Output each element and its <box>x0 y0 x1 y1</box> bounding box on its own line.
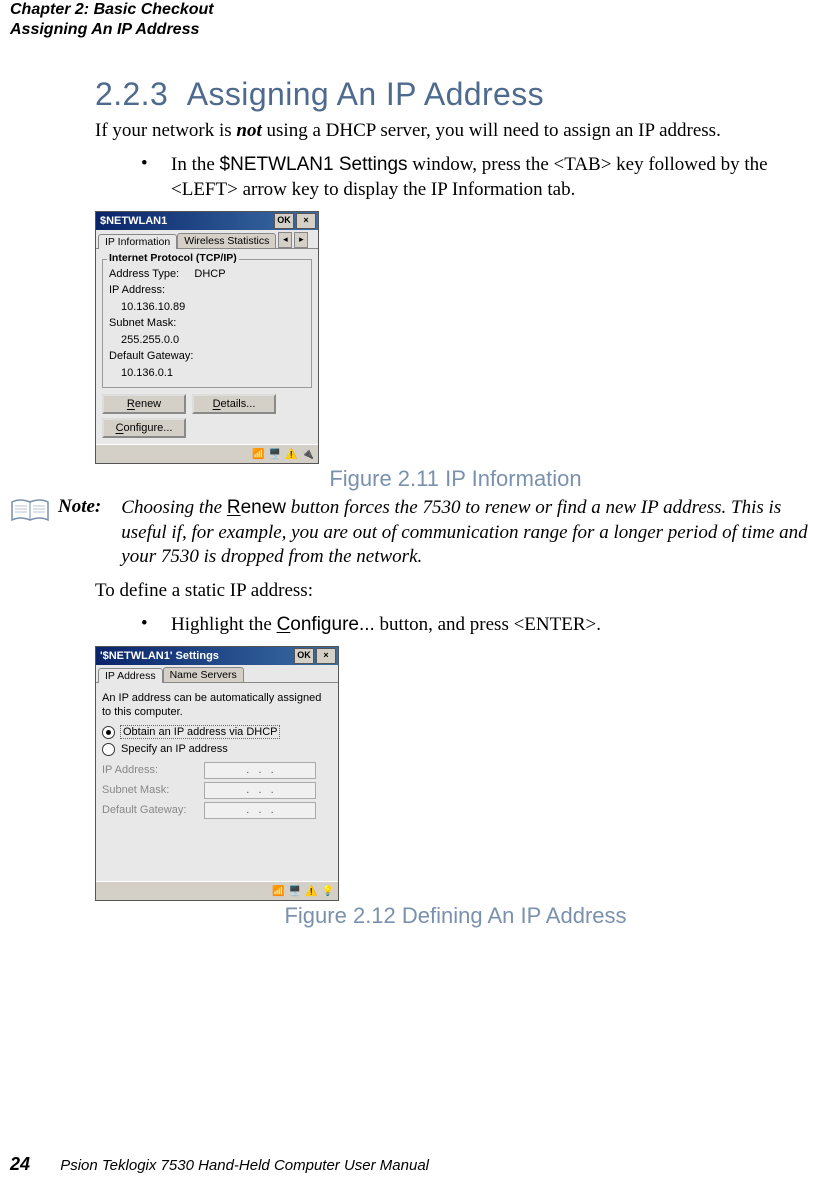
renew-button[interactable]: Renew <box>102 394 186 414</box>
tab-wireless-statistics[interactable]: Wireless Statistics <box>177 233 276 248</box>
subnet-mask-field: . . . <box>204 782 316 799</box>
figure-2-11: $NETWLAN1 OK × IP Information Wireless S… <box>95 211 816 465</box>
radio-icon <box>102 726 115 739</box>
note-text: Choosing the Renew button forces the 753… <box>121 496 816 569</box>
inline-button-ref: Renew <box>227 497 286 518</box>
inline-code: Configure... <box>277 614 375 635</box>
header-chapter: Chapter 2: Basic Checkout <box>10 0 816 20</box>
intro-paragraph: If your network is not using a DHCP serv… <box>95 119 816 143</box>
tab-strip: IP Address Name Servers <box>96 665 338 683</box>
group-tcpip: Internet Protocol (TCP/IP) Address Type:… <box>102 259 312 389</box>
tray-network-icon: 🖥️ <box>269 449 281 460</box>
ok-button[interactable]: OK <box>274 213 294 229</box>
tab-scroll-left[interactable]: ◂ <box>278 232 292 248</box>
ip-fields-disabled: IP Address: . . . Subnet Mask: . . . Def… <box>102 762 332 819</box>
tab-strip: IP Information Wireless Statistics ◂ ▸ <box>96 230 318 249</box>
panel-description: An IP address can be automatically assig… <box>102 691 332 720</box>
configure-button[interactable]: Configure... <box>102 418 186 438</box>
close-button[interactable]: × <box>316 648 336 664</box>
section-number: 2.2.3 <box>95 76 168 112</box>
section-heading: 2.2.3 Assigning An IP Address <box>95 76 816 113</box>
bullet-2: • Highlight the Configure... button, and… <box>95 613 816 638</box>
tray-signal-icon: 📶 <box>252 449 264 460</box>
tab-name-servers[interactable]: Name Servers <box>163 667 244 682</box>
note-label: Note: <box>58 496 101 569</box>
page-number: 24 <box>10 1154 30 1174</box>
window-titlebar[interactable]: $NETWLAN1 OK × <box>96 212 318 230</box>
figure-2-12: '$NETWLAN1' Settings OK × IP Address Nam… <box>95 646 816 901</box>
bullet-marker: • <box>141 613 171 638</box>
page-footer: 24 Psion Teklogix 7530 Hand-Held Compute… <box>10 1154 429 1175</box>
taskbar: 📶 🖥️ ⚠️ 🔌 <box>96 444 318 463</box>
inline-code: $NETWLAN1 Settings <box>220 154 408 175</box>
window-titlebar[interactable]: '$NETWLAN1' Settings OK × <box>96 647 338 665</box>
radio-dhcp[interactable]: Obtain an IP address via DHCP <box>102 726 332 739</box>
tray-signal-icon: 📶 <box>272 886 284 897</box>
radio-specify[interactable]: Specify an IP address <box>102 743 332 756</box>
window-title: '$NETWLAN1' Settings <box>100 650 219 662</box>
tab-ip-information[interactable]: IP Information <box>98 234 177 249</box>
tray-plug-icon: 🔌 <box>302 449 314 460</box>
tray-warning-icon: ⚠️ <box>285 449 297 460</box>
close-button[interactable]: × <box>296 213 316 229</box>
taskbar: 📶 🖥️ ⚠️ 💡 <box>96 881 338 900</box>
book-icon <box>10 496 58 569</box>
window-title: $NETWLAN1 <box>100 215 167 227</box>
bullet-marker: • <box>141 153 171 202</box>
static-ip-intro: To define a static IP address: <box>95 579 816 603</box>
footer-text: Psion Teklogix 7530 Hand-Held Computer U… <box>60 1157 429 1174</box>
ip-address-field: . . . <box>204 762 316 779</box>
radio-icon <box>102 743 115 756</box>
tray-warning-icon: ⚠️ <box>305 886 317 897</box>
note-block: Note: Choosing the Renew button forces t… <box>0 496 816 569</box>
default-gateway-field: . . . <box>204 802 316 819</box>
header-section: Assigning An IP Address <box>10 20 816 40</box>
section-title: Assigning An IP Address <box>187 76 544 112</box>
tab-ip-address[interactable]: IP Address <box>98 668 163 683</box>
ok-button[interactable]: OK <box>294 648 314 664</box>
figure-2-11-caption: Figure 2.11 IP Information <box>95 466 816 492</box>
running-header: Chapter 2: Basic Checkout Assigning An I… <box>0 0 816 40</box>
bullet-1: • In the $NETWLAN1 Settings window, pres… <box>95 153 816 202</box>
figure-2-12-caption: Figure 2.12 Defining An IP Address <box>95 903 816 929</box>
tab-scroll-right[interactable]: ▸ <box>294 232 308 248</box>
tray-network-icon: 🖥️ <box>289 886 301 897</box>
tray-bulb-icon: 💡 <box>322 886 334 897</box>
details-button[interactable]: Details... <box>192 394 276 414</box>
